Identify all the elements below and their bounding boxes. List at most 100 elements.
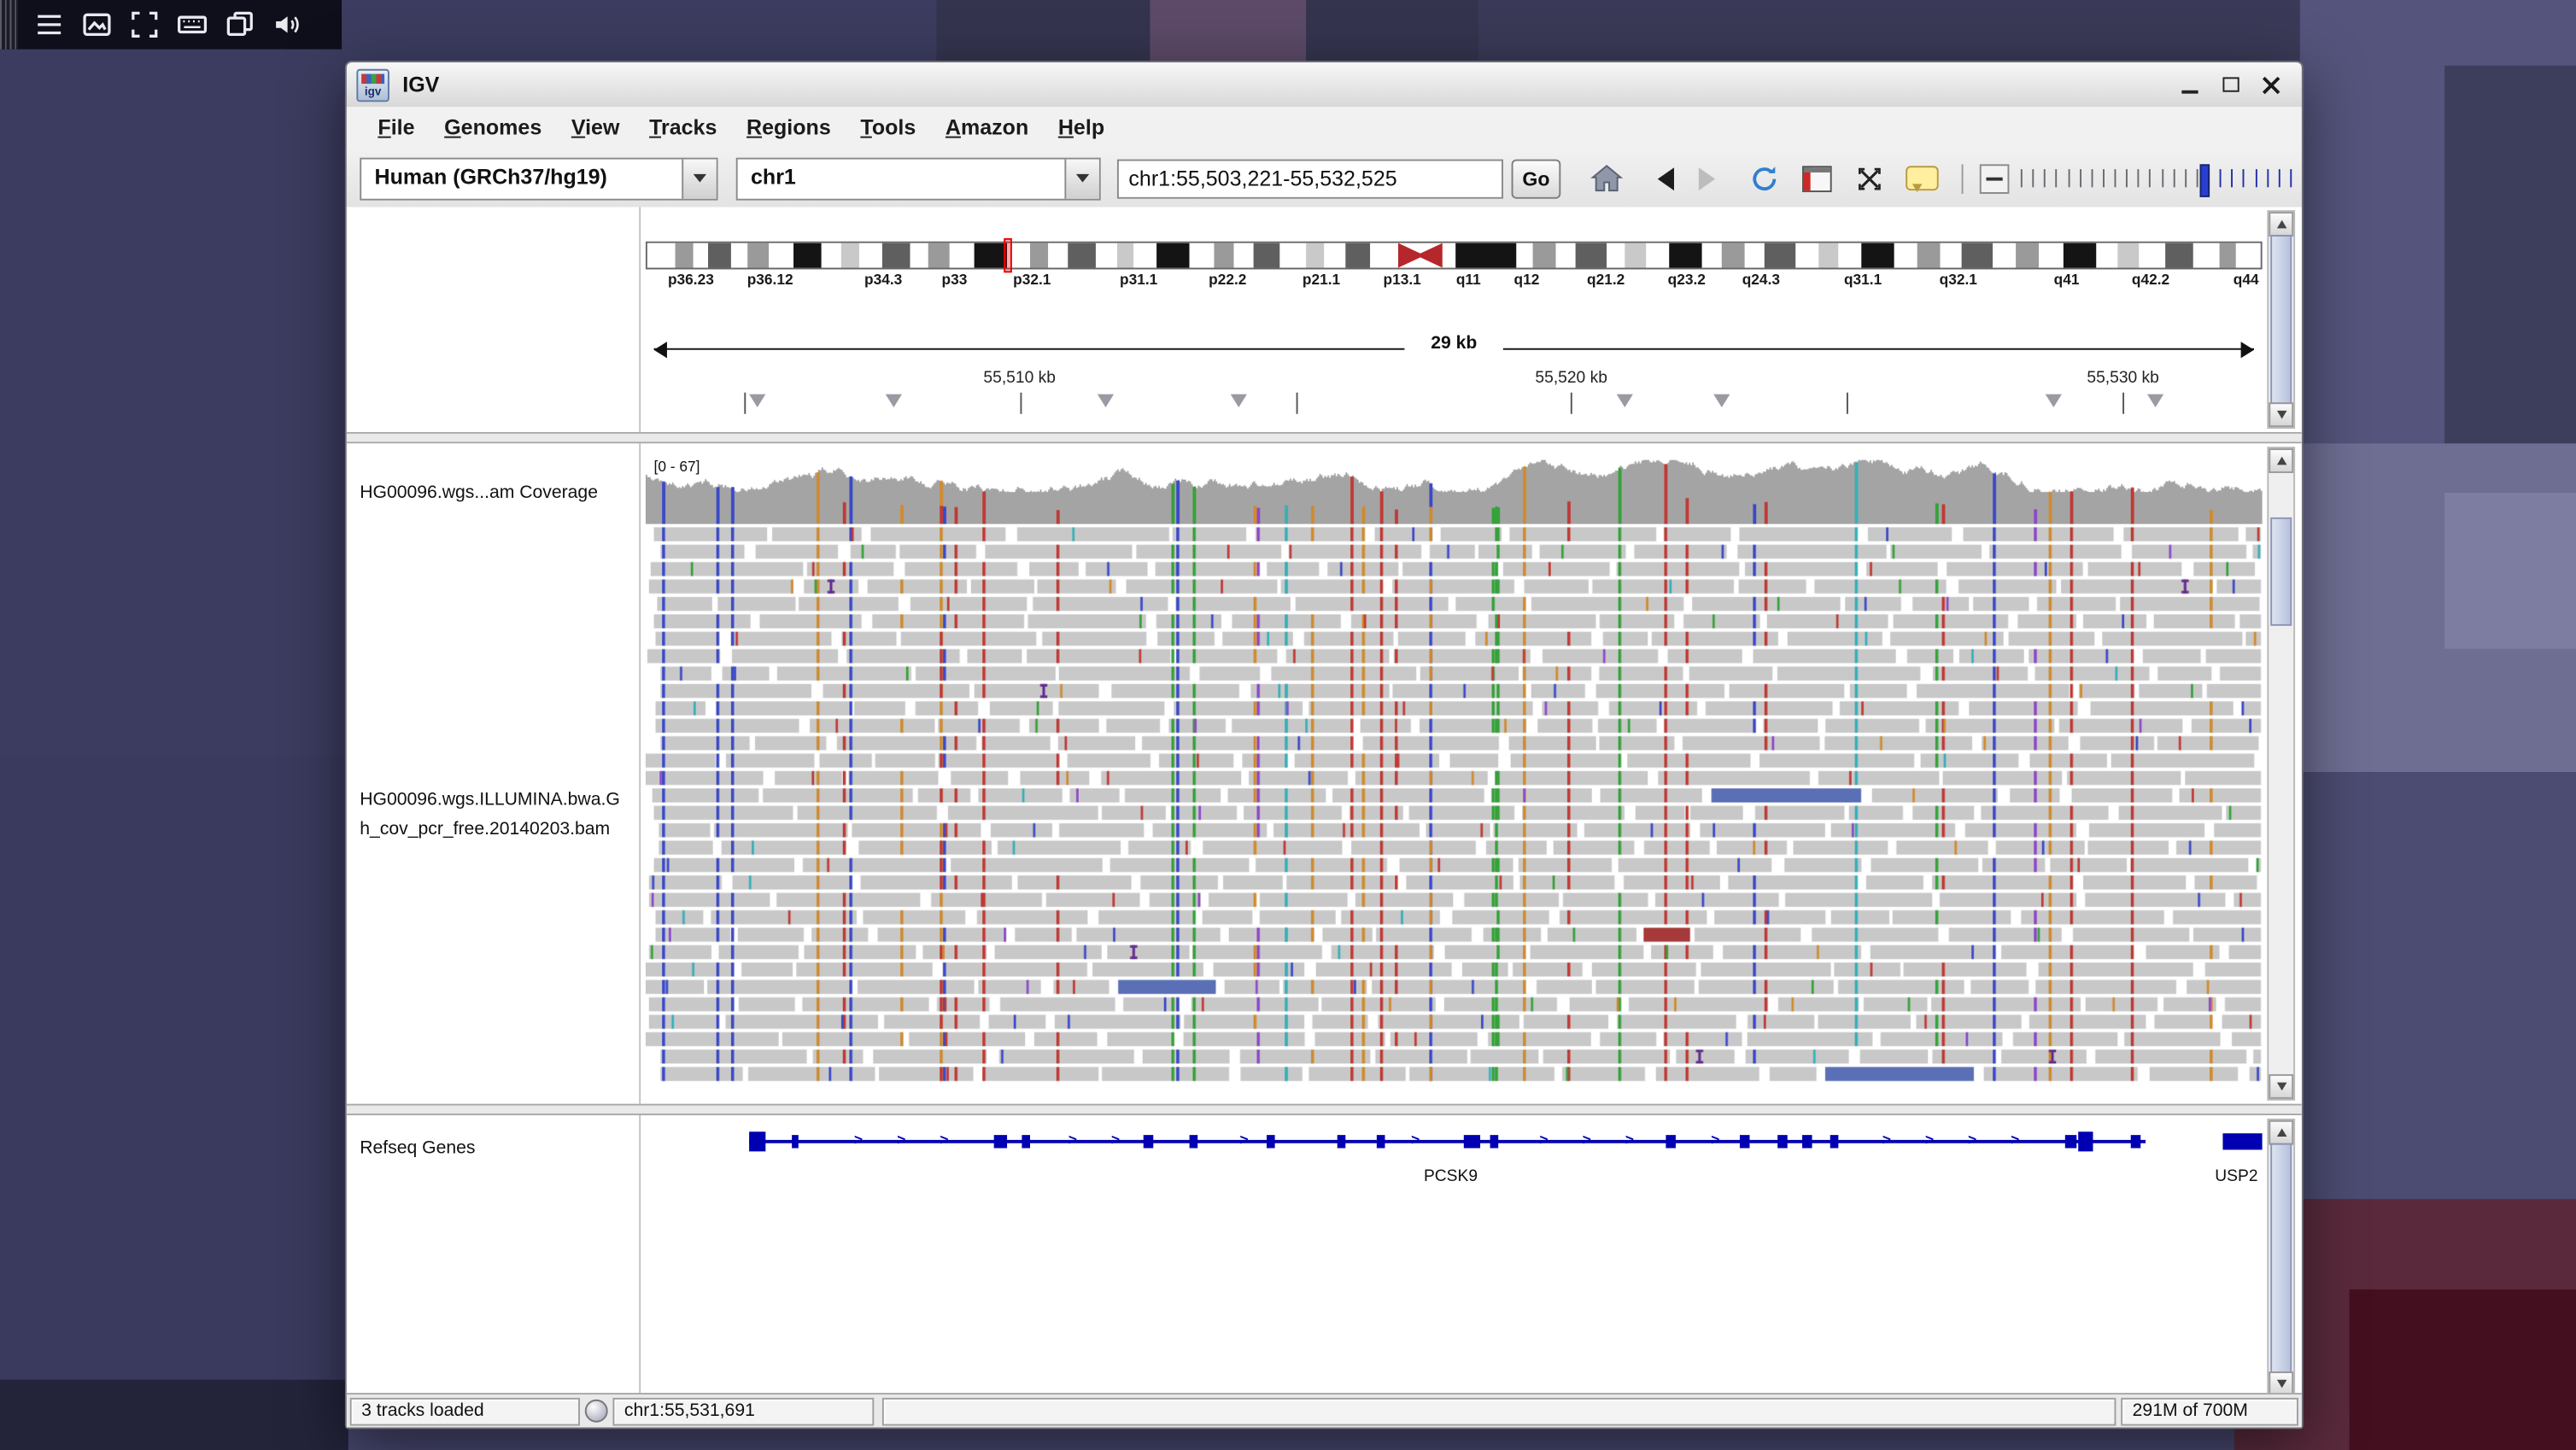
scrollbar-down-button[interactable]: [2269, 402, 2293, 427]
zoom-out-button[interactable]: [1980, 163, 2010, 193]
go-button[interactable]: Go: [1512, 159, 1561, 198]
genome-select[interactable]: Human (GRCh37/hg19): [360, 157, 717, 200]
zoom-tick[interactable]: [2290, 169, 2292, 187]
taskbar-drag-handle[interactable]: [0, 0, 18, 50]
home-button[interactable]: [1587, 159, 1626, 198]
zoom-tick[interactable]: [2056, 169, 2058, 187]
zoom-tick[interactable]: [2021, 169, 2023, 187]
name-column-divider[interactable]: [639, 207, 641, 432]
speaker-icon[interactable]: [271, 9, 303, 41]
menu-view[interactable]: View: [557, 107, 635, 149]
region-marker-icon[interactable]: [2147, 395, 2163, 407]
menu-icon[interactable]: [32, 9, 65, 41]
refresh-button[interactable]: [1745, 159, 1784, 198]
zoom-tick[interactable]: [2220, 169, 2222, 187]
screenshot-icon[interactable]: [80, 9, 113, 41]
fullscreen-icon[interactable]: [128, 9, 161, 41]
alignment-track-name-line1[interactable]: HG00096.wgs.ILLUMINA.bwa.G: [360, 790, 620, 810]
scrollbar-down-button[interactable]: [2269, 1371, 2293, 1394]
zoom-tick[interactable]: [2243, 169, 2245, 187]
scrollbar-up-button[interactable]: [2269, 1120, 2293, 1145]
zoom-tick[interactable]: [2232, 169, 2234, 187]
gene-exon[interactable]: [1190, 1135, 1197, 1148]
menu-tracks[interactable]: Tracks: [635, 107, 732, 149]
define-region-button[interactable]: [1797, 159, 1836, 198]
gene-track[interactable]: >>>>>>>>>>>>>>>PCSK9USP2: [646, 1122, 2263, 1195]
scrollbar-up-button[interactable]: [2269, 212, 2293, 237]
chromosome-select-arrow[interactable]: [1064, 159, 1098, 198]
menu-help[interactable]: Help: [1044, 107, 1120, 149]
menu-tools[interactable]: Tools: [846, 107, 931, 149]
gene-exon[interactable]: [1267, 1135, 1274, 1148]
zoom-tick[interactable]: [2091, 169, 2093, 187]
zoom-tick[interactable]: [2278, 169, 2280, 187]
maximize-button[interactable]: [2222, 75, 2241, 95]
gene2-bar[interactable]: [2223, 1133, 2262, 1149]
zoom-tick[interactable]: [2068, 169, 2070, 187]
gene-exon[interactable]: [1666, 1135, 1675, 1148]
region-marker-icon[interactable]: [1231, 395, 1247, 407]
gene-exon[interactable]: [1490, 1135, 1498, 1148]
zoom-slider[interactable]: [2021, 163, 2292, 193]
zoom-tick[interactable]: [2267, 169, 2269, 187]
region-marker-icon[interactable]: [749, 395, 765, 407]
menu-amazon[interactable]: Amazon: [931, 107, 1044, 149]
region-marker-icon[interactable]: [1098, 395, 1115, 407]
chromosome-select[interactable]: chr1: [736, 157, 1101, 200]
scrollbar-thumb[interactable]: [2270, 1143, 2292, 1373]
zoom-tick[interactable]: [2115, 169, 2116, 187]
minimize-button[interactable]: [2180, 75, 2199, 95]
zoom-tick[interactable]: [2150, 169, 2152, 187]
title-bar[interactable]: igv IGV: [347, 62, 2302, 108]
windows-icon[interactable]: [224, 9, 256, 41]
gene-scrollbar[interactable]: [2267, 1119, 2295, 1394]
zoom-tick[interactable]: [2173, 169, 2175, 187]
zoom-tick[interactable]: [2255, 169, 2257, 187]
zoom-thumb[interactable]: [2199, 163, 2210, 196]
refseq-track-name[interactable]: Refseq Genes: [360, 1138, 475, 1158]
forward-button[interactable]: [1692, 159, 1731, 198]
alignment-track-name-line2[interactable]: h_cov_pcr_free.20140203.bam: [360, 820, 610, 839]
zoom-tick[interactable]: [2033, 169, 2034, 187]
region-marker-icon[interactable]: [1617, 395, 1633, 407]
zoom-tick[interactable]: [2103, 169, 2105, 187]
gene-exon[interactable]: [1377, 1135, 1385, 1148]
gene-exon[interactable]: [1338, 1135, 1345, 1148]
ideogram-scrollbar[interactable]: [2267, 210, 2295, 429]
gene-exon[interactable]: [2131, 1135, 2140, 1148]
back-button[interactable]: [1640, 159, 1679, 198]
gene-exon[interactable]: [1802, 1135, 1812, 1148]
close-button[interactable]: [2263, 75, 2282, 95]
gene-exon[interactable]: [994, 1135, 1007, 1148]
zoom-tick[interactable]: [2196, 169, 2198, 187]
zoom-tick[interactable]: [2185, 169, 2187, 187]
region-marker-icon[interactable]: [1714, 395, 1730, 407]
scrollbar-down-button[interactable]: [2269, 1074, 2293, 1099]
gene-exon[interactable]: [1777, 1135, 1787, 1148]
panel-splitter[interactable]: [347, 1104, 2302, 1115]
gene-exon[interactable]: [1830, 1135, 1838, 1148]
scrollbar-thumb[interactable]: [2270, 235, 2292, 404]
ideogram[interactable]: [646, 242, 2263, 270]
scrollbar-up-button[interactable]: [2269, 448, 2293, 473]
menu-file[interactable]: File: [363, 107, 430, 149]
gene-exon[interactable]: [1464, 1135, 1480, 1148]
scrollbar-thumb[interactable]: [2270, 517, 2292, 626]
keyboard-icon[interactable]: [176, 9, 208, 41]
zoom-tick[interactable]: [2044, 169, 2046, 187]
ruler[interactable]: 29 kb: [646, 338, 2263, 361]
gene-exon[interactable]: [749, 1131, 765, 1151]
region-marker-icon[interactable]: [885, 395, 901, 407]
zoom-tick[interactable]: [2126, 169, 2128, 187]
pileup-canvas[interactable]: [646, 457, 2263, 1094]
tooltip-button[interactable]: [1902, 159, 1941, 198]
name-column-divider[interactable]: [639, 1115, 641, 1394]
alignment-scrollbar[interactable]: [2267, 447, 2295, 1101]
zoom-tick[interactable]: [2079, 169, 2081, 187]
gene-exon[interactable]: [2078, 1131, 2093, 1151]
name-column-divider[interactable]: [639, 443, 641, 1103]
fit-window-button[interactable]: [1850, 159, 1889, 198]
gene-exon[interactable]: [2065, 1135, 2076, 1148]
gene-exon[interactable]: [1740, 1135, 1749, 1148]
menu-genomes[interactable]: Genomes: [430, 107, 557, 149]
